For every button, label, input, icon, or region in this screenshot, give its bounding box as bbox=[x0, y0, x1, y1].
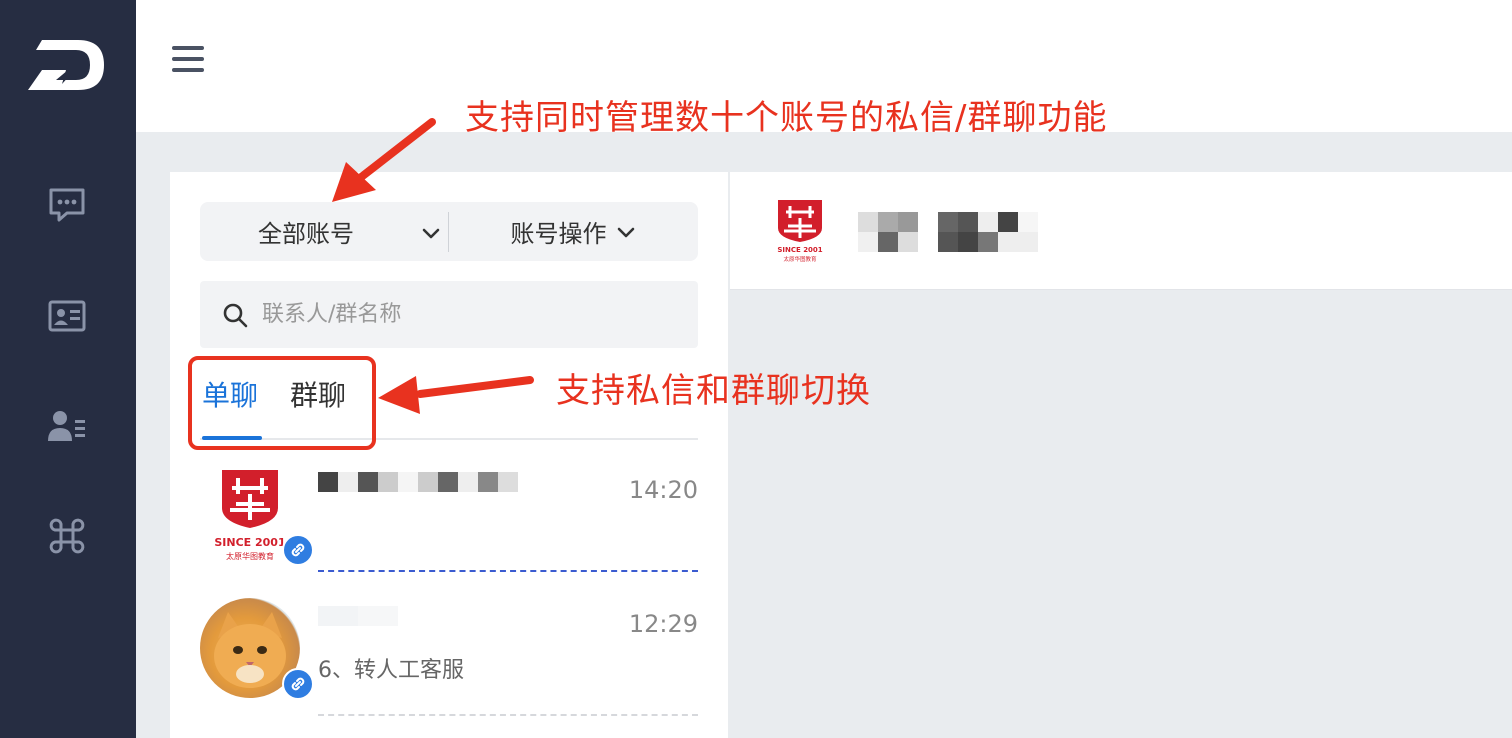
annotation-multi-account: 支持同时管理数十个账号的私信/群聊功能 bbox=[465, 98, 1108, 138]
user-list-icon bbox=[48, 411, 85, 441]
divider bbox=[318, 714, 698, 716]
all-accounts-dropdown[interactable]: 全部账号 bbox=[200, 202, 448, 261]
hamburger-icon[interactable] bbox=[172, 46, 204, 76]
chat-bubble-icon bbox=[49, 188, 85, 222]
avatar-subtext: 太原华图教育 bbox=[226, 551, 274, 561]
search-icon bbox=[223, 303, 248, 327]
conversation-list-panel: 全部账号 账号操作 单聊 群聊 bbox=[170, 172, 728, 738]
chat-header: SINCE 2001 太原华图教育 bbox=[730, 172, 1512, 290]
link-icon bbox=[291, 677, 305, 691]
search-input[interactable] bbox=[262, 302, 682, 327]
chevron-down-icon bbox=[617, 227, 634, 237]
annotation-tab-switch: 支持私信和群聊切换 bbox=[556, 371, 871, 411]
chat-avatar: SINCE 2001 太原华图教育 bbox=[776, 198, 824, 264]
avatar-text: SINCE 2001 bbox=[214, 536, 285, 549]
divider bbox=[318, 570, 698, 572]
account-ops-dropdown[interactable]: 账号操作 bbox=[449, 202, 698, 261]
chat-message-area bbox=[730, 290, 1512, 738]
link-badge bbox=[282, 534, 314, 566]
conversation-time: 12:29 bbox=[628, 610, 698, 638]
account-ops-label: 账号操作 bbox=[510, 220, 607, 248]
search-box bbox=[200, 281, 698, 348]
contact-card-icon bbox=[48, 300, 86, 332]
contact-name-redacted bbox=[318, 606, 398, 628]
nav-contacts-button[interactable] bbox=[46, 295, 88, 337]
avatar-subtext: 太原华图教育 bbox=[783, 255, 817, 263]
conversation-time: 14:20 bbox=[628, 476, 698, 504]
chevron-down-icon bbox=[422, 228, 440, 239]
command-icon bbox=[49, 518, 85, 554]
avatar-text: SINCE 2001 bbox=[777, 246, 822, 254]
conversation-preview: 6、转人工客服 bbox=[318, 658, 464, 683]
nav-command-button[interactable] bbox=[46, 515, 88, 557]
nav-users-button[interactable] bbox=[46, 405, 88, 447]
annotation-highlight-box bbox=[188, 356, 376, 450]
contact-name-redacted bbox=[318, 472, 518, 494]
link-icon bbox=[291, 543, 305, 557]
chat-name-redacted bbox=[858, 212, 1038, 252]
link-badge bbox=[282, 668, 314, 700]
app-logo[interactable] bbox=[28, 34, 106, 96]
account-bar: 全部账号 账号操作 bbox=[200, 202, 698, 261]
side-nav bbox=[0, 0, 136, 738]
conversation-item[interactable]: SINCE 2001 太原华图教育 14:20 bbox=[200, 464, 698, 594]
all-accounts-label: 全部账号 bbox=[258, 220, 354, 248]
conversation-item[interactable]: 12:29 6、转人工客服 bbox=[200, 598, 698, 728]
nav-chat-button[interactable] bbox=[46, 184, 88, 226]
